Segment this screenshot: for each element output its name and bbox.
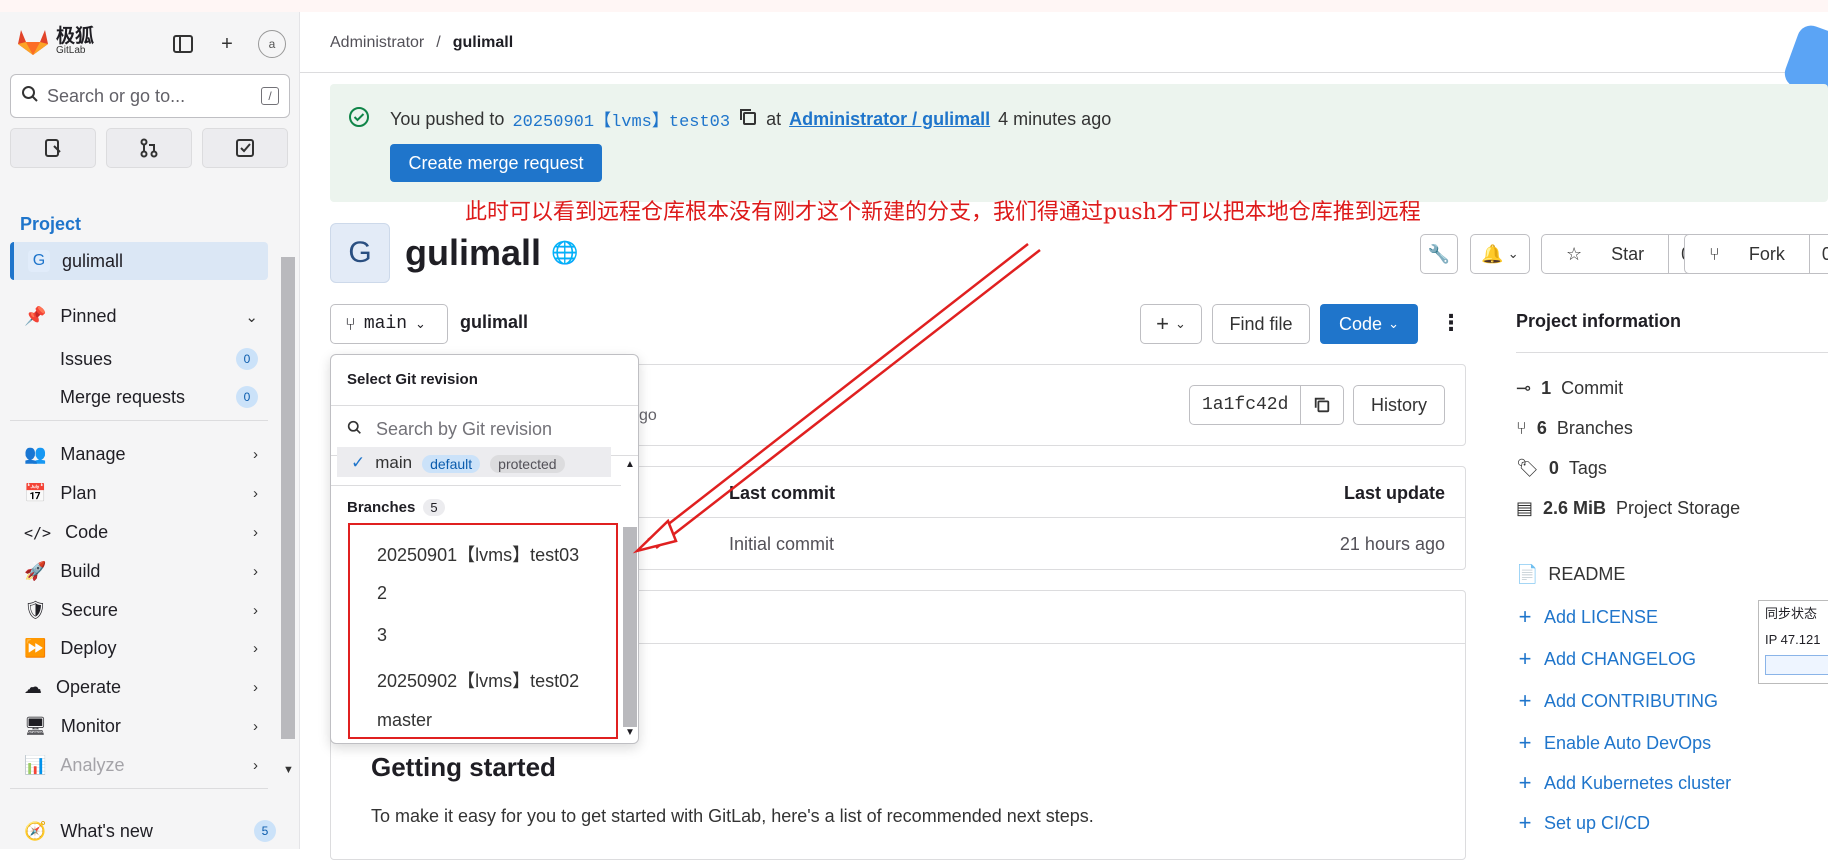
add-license-link[interactable]: + Add LICENSE	[1516, 604, 1659, 630]
stat-number: 2.6 MiB	[1543, 498, 1607, 518]
branch-icon: ⑂	[1516, 418, 1527, 438]
plus-icon: +	[1518, 810, 1532, 835]
add-contributing-link[interactable]: + Add CONTRIBUTING	[1516, 688, 1718, 714]
link-label: Add CONTRIBUTING	[1544, 690, 1719, 711]
sync-status-popup: 同步状态 IP 47.121	[1758, 600, 1828, 684]
link-label: Add LICENSE	[1544, 606, 1659, 627]
plus-icon: +	[1518, 646, 1532, 671]
stat-number: 6	[1536, 418, 1547, 438]
stat-number: 0	[1548, 458, 1559, 478]
storage-icon: ▤	[1516, 498, 1534, 518]
add-changelog-link[interactable]: + Add CHANGELOG	[1516, 646, 1697, 672]
stat-commits[interactable]: ⊸ 1 Commit	[1516, 378, 1623, 399]
sync-status-ip: IP 47.121	[1765, 632, 1821, 647]
readme-link[interactable]: 📄 README	[1516, 564, 1625, 585]
add-kubernetes-link[interactable]: + Add Kubernetes cluster	[1516, 770, 1732, 796]
plus-icon: +	[1518, 604, 1532, 629]
stat-tags[interactable]: 🏷 0 Tags	[1516, 458, 1607, 479]
stat-label: Branches	[1556, 418, 1633, 438]
document-icon: 📄	[1516, 564, 1539, 584]
readme-label: README	[1548, 564, 1626, 584]
stat-label: Commit	[1561, 378, 1624, 398]
setup-cicd-link[interactable]: + Set up CI/CD	[1516, 810, 1650, 836]
stat-number: 1	[1541, 378, 1552, 398]
link-label: Set up CI/CD	[1544, 812, 1651, 833]
tag-icon: 🏷	[1516, 458, 1539, 478]
stat-label: Project Storage	[1616, 498, 1741, 518]
link-label: Enable Auto DevOps	[1544, 732, 1712, 753]
project-info-divider	[1516, 352, 1828, 353]
stat-storage[interactable]: ▤ 2.6 MiB Project Storage	[1516, 498, 1740, 519]
link-label: Add CHANGELOG	[1544, 648, 1697, 669]
plus-icon: +	[1518, 770, 1532, 795]
commit-icon: ⊸	[1516, 378, 1532, 398]
sync-status-field[interactable]	[1765, 655, 1828, 675]
stat-branches[interactable]: ⑂ 6 Branches	[1516, 418, 1633, 439]
plus-icon: +	[1518, 730, 1532, 755]
sync-status-title: 同步状态	[1765, 606, 1818, 621]
link-label: Add Kubernetes cluster	[1544, 772, 1732, 793]
enable-auto-devops-link[interactable]: + Enable Auto DevOps	[1516, 730, 1712, 756]
plus-icon: +	[1518, 688, 1532, 713]
stat-label: Tags	[1568, 458, 1607, 478]
project-info-title: Project information	[1516, 311, 1682, 331]
